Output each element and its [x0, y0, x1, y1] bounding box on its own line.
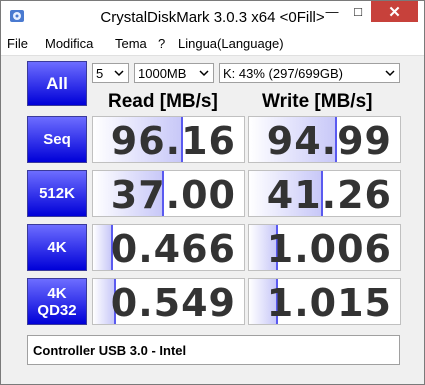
4k-write-cell: 1.006: [248, 224, 401, 271]
write-header: Write [MB/s]: [262, 91, 373, 112]
minimize-button[interactable]: —: [319, 1, 345, 22]
main-panel: All 5 1000MB K: 43% (297/699GB) Read [MB…: [1, 56, 424, 384]
close-button[interactable]: ✕: [371, 1, 418, 22]
test-count-select[interactable]: 5: [92, 63, 129, 83]
512k-read-cell: 37.00: [92, 170, 245, 217]
maximize-button[interactable]: □: [345, 1, 371, 22]
menu-modifica[interactable]: Modifica: [45, 36, 93, 51]
512k-write-value: 41.26: [266, 173, 392, 217]
seq-read-cell: 96.16: [92, 116, 245, 163]
menu-language[interactable]: Lingua(Language): [178, 36, 284, 51]
seq-read-value: 96.16: [110, 119, 236, 163]
seq-write-cell: 94.99: [248, 116, 401, 163]
test-count-value: 5: [96, 65, 104, 81]
4k-read-cell: 0.466: [92, 224, 245, 271]
512k-write-cell: 41.26: [248, 170, 401, 217]
chevron-down-icon: [114, 70, 124, 77]
4k-qd32-button[interactable]: 4K QD32: [27, 278, 87, 325]
4k-qd32-write-value: 1.015: [266, 281, 392, 325]
menu-help[interactable]: ?: [158, 36, 165, 51]
4k-button[interactable]: 4K: [27, 224, 87, 271]
512k-button[interactable]: 512K: [27, 170, 87, 217]
4k-read-value: 0.466: [110, 227, 236, 271]
512k-read-value: 37.00: [110, 173, 236, 217]
seq-button[interactable]: Seq: [27, 116, 87, 163]
all-button[interactable]: All: [27, 61, 87, 106]
app-window: CrystalDiskMark 3.0.3 x64 <0Fill> — □ ✕ …: [0, 0, 425, 385]
test-size-select[interactable]: 1000MB: [134, 63, 214, 83]
menu-file[interactable]: File: [7, 36, 28, 51]
menu-tema[interactable]: Tema: [115, 36, 147, 51]
read-header: Read [MB/s]: [108, 91, 218, 112]
4k-qd32-read-value: 0.549: [110, 281, 236, 325]
4k-write-value: 1.006: [266, 227, 392, 271]
drive-select[interactable]: K: 43% (297/699GB): [219, 63, 400, 83]
4k-qd32-write-cell: 1.015: [248, 278, 401, 325]
chevron-down-icon: [199, 70, 209, 77]
title-bar: CrystalDiskMark 3.0.3 x64 <0Fill> — □ ✕: [1, 1, 424, 32]
4k-qd32-read-cell: 0.549: [92, 278, 245, 325]
test-size-value: 1000MB: [138, 65, 187, 81]
status-comment-field[interactable]: Controller USB 3.0 - Intel: [27, 335, 400, 365]
drive-value: K: 43% (297/699GB): [223, 65, 343, 81]
menu-bar: File Modifica Tema ? Lingua(Language): [1, 32, 424, 56]
chevron-down-icon: [385, 70, 395, 77]
seq-write-value: 94.99: [266, 119, 392, 163]
